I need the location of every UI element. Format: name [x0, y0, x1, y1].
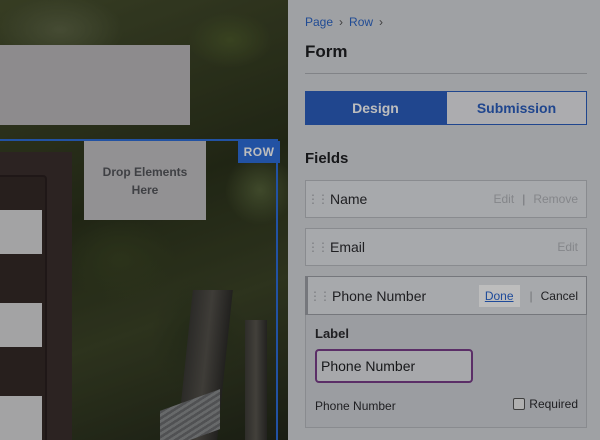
label-heading: Label: [315, 326, 349, 341]
field-row-name[interactable]: ⋮⋮ Name Edit | Remove: [305, 180, 587, 218]
drag-handle-icon[interactable]: ⋮⋮: [306, 192, 329, 206]
divider: [305, 73, 587, 74]
row-outline[interactable]: [0, 139, 278, 440]
field-label: Email: [330, 239, 366, 255]
field-actions: Edit: [557, 240, 586, 254]
required-toggle[interactable]: Required: [513, 397, 578, 411]
builder-canvas: Drop Elements Here ROW: [0, 0, 288, 440]
breadcrumb: Page › Row ›: [305, 15, 383, 29]
tab-submission[interactable]: Submission: [446, 91, 587, 125]
chevron-right-icon: ›: [339, 15, 344, 29]
field-actions: Edit | Remove: [494, 192, 587, 206]
content-block[interactable]: [0, 45, 190, 125]
tab-bar: Design Submission: [305, 91, 587, 125]
drag-handle-icon[interactable]: ⋮⋮: [306, 240, 329, 254]
cancel-button[interactable]: Cancel: [541, 289, 578, 303]
edit-button[interactable]: Edit: [494, 192, 515, 206]
done-button[interactable]: Done: [478, 284, 520, 307]
form-settings-panel: Page › Row › Form Design Submission Fiel…: [288, 0, 600, 440]
field-type-text: Phone Number: [315, 399, 396, 413]
field-row-email[interactable]: ⋮⋮ Email Edit: [305, 228, 587, 266]
remove-button[interactable]: Remove: [533, 192, 578, 206]
separator: |: [522, 192, 526, 206]
breadcrumb-row[interactable]: Row: [349, 15, 373, 29]
field-label: Name: [330, 191, 368, 207]
panel-title: Form: [305, 42, 348, 61]
drag-handle-icon[interactable]: ⋮⋮: [308, 289, 331, 303]
label-input[interactable]: [315, 349, 473, 383]
field-label: Phone Number: [332, 287, 427, 304]
field-actions: Done | Cancel: [478, 284, 586, 307]
required-label: Required: [529, 397, 578, 411]
required-checkbox[interactable]: [513, 398, 526, 410]
tab-design[interactable]: Design: [305, 91, 446, 125]
fields-section-title: Fields: [305, 150, 349, 167]
field-row-phone-number[interactable]: ⋮⋮ Phone Number Done | Cancel: [305, 276, 587, 315]
separator: |: [529, 288, 533, 303]
row-badge[interactable]: ROW: [238, 141, 280, 163]
field-edit-panel: Label Phone Number Required: [305, 315, 587, 428]
breadcrumb-page[interactable]: Page: [305, 15, 333, 29]
chevron-right-icon: ›: [379, 15, 384, 29]
edit-button[interactable]: Edit: [557, 240, 578, 254]
